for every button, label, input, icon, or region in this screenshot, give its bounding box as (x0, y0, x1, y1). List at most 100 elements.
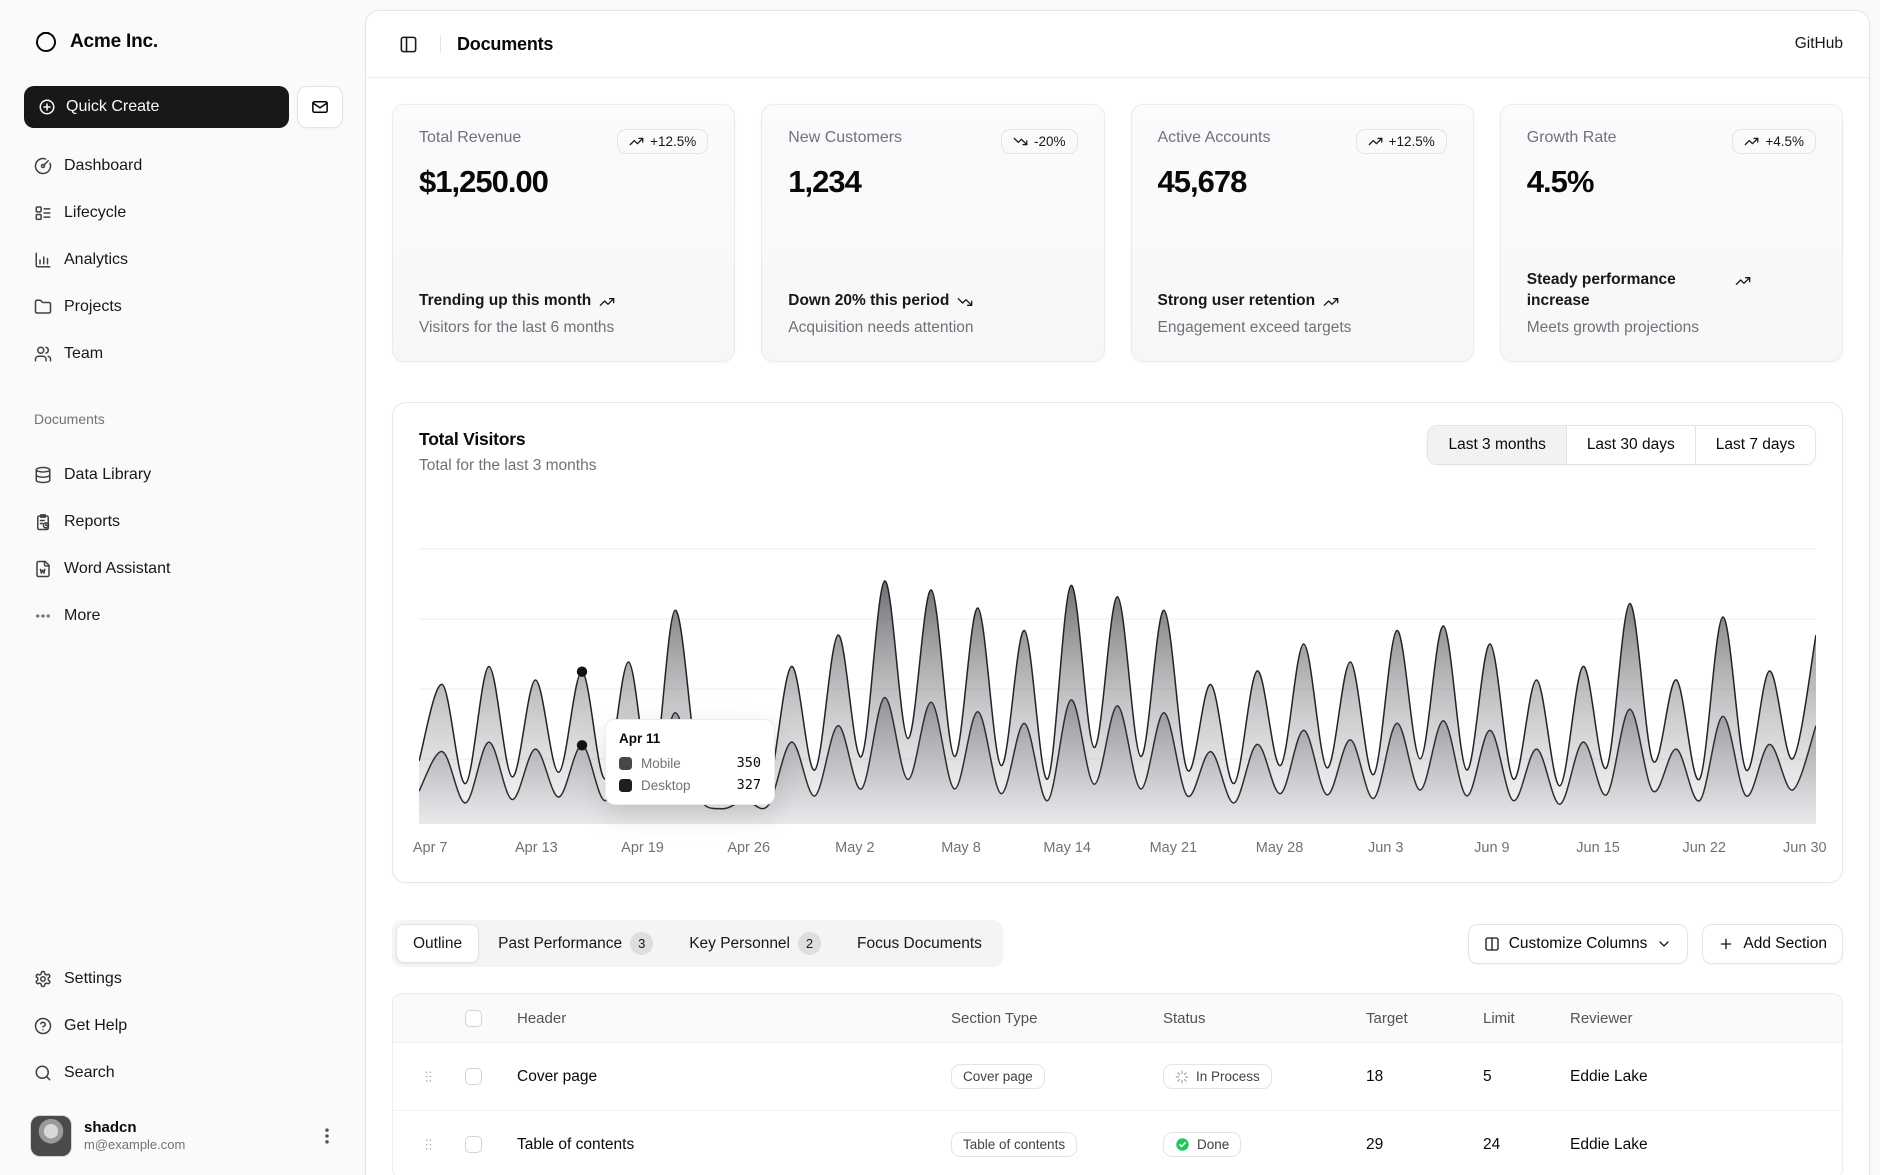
inbox-button[interactable] (297, 86, 343, 128)
sidebar-item-reports[interactable]: Reports (24, 502, 343, 542)
stat-label: Total Revenue (419, 129, 521, 147)
stat-footer-title: Strong user retention (1158, 291, 1316, 312)
x-tick: Apr 26 (727, 840, 770, 856)
trend-badge: +4.5% (1732, 129, 1816, 154)
limit-cell[interactable]: 24 (1477, 1136, 1570, 1154)
row-header-cell[interactable]: Cover page (501, 1068, 951, 1086)
sidebar-item-projects[interactable]: Projects (24, 287, 343, 327)
row-checkbox[interactable] (465, 1068, 482, 1085)
quick-create-label: Quick Create (66, 98, 159, 116)
customize-columns-button[interactable]: Customize Columns (1468, 924, 1689, 964)
main-nav: Dashboard Lifecycle Analytics Projects T… (24, 146, 343, 381)
target-cell[interactable]: 18 (1360, 1068, 1477, 1086)
user-name: shadcn (84, 1119, 305, 1138)
add-section-button[interactable]: Add Section (1702, 924, 1843, 964)
more-vertical-icon[interactable] (317, 1126, 337, 1146)
stat-card-new-customers: New Customers -20% 1,234 Down 20% this p… (761, 104, 1104, 362)
row-checkbox[interactable] (465, 1136, 482, 1153)
stat-label: Growth Rate (1527, 129, 1617, 147)
x-tick: May 14 (1043, 840, 1091, 856)
tab-count-badge: 2 (798, 932, 821, 955)
main-panel: Documents GitHub Total Revenue +12.5% $1… (365, 10, 1870, 1175)
tab-focus-documents[interactable]: Focus Documents (840, 924, 999, 963)
row-menu-icon[interactable] (1840, 1067, 1843, 1087)
stat-cards: Total Revenue +12.5% $1,250.00 Trending … (366, 78, 1869, 362)
quick-create-button[interactable]: Quick Create (24, 86, 289, 128)
clipboard-icon (34, 513, 52, 531)
trend-badge-value: +12.5% (1389, 134, 1435, 149)
sidebar-item-label: Analytics (64, 251, 128, 269)
drag-handle-icon[interactable] (421, 1137, 436, 1152)
stat-value: 45,678 (1158, 164, 1447, 200)
tab-count-badge: 3 (630, 932, 653, 955)
stat-value: $1,250.00 (419, 164, 708, 200)
reviewer-cell[interactable]: Eddie Lake (1570, 1068, 1840, 1086)
table-row[interactable]: Table of contents Table of contents Done… (393, 1110, 1842, 1175)
section-type-badge: Table of contents (951, 1132, 1077, 1157)
panel-left-icon (399, 35, 418, 54)
sidebar-item-settings[interactable]: Settings (24, 959, 343, 999)
x-tick: May 8 (941, 840, 981, 856)
x-tick: Jun 3 (1368, 840, 1403, 856)
view-tabs: Outline Past Performance 3 Key Personnel… (392, 920, 1003, 967)
plus-icon (1718, 936, 1734, 952)
table-row[interactable]: Cover page Cover page In Process 18 5 Ed… (393, 1042, 1842, 1110)
stat-footer-title: Trending up this month (419, 291, 591, 312)
target-cell[interactable]: 29 (1360, 1136, 1477, 1154)
documents-section-label: Documents (34, 411, 343, 427)
page-header: Documents GitHub (366, 11, 1869, 78)
sidebar-item-lifecycle[interactable]: Lifecycle (24, 193, 343, 233)
range-last-7-days[interactable]: Last 7 days (1695, 426, 1815, 464)
section-type-badge: Cover page (951, 1064, 1045, 1089)
tab-past-performance[interactable]: Past Performance 3 (481, 924, 670, 963)
sidebar-item-dashboard[interactable]: Dashboard (24, 146, 343, 186)
brand[interactable]: Acme Inc. (24, 24, 343, 60)
sidebar-item-more[interactable]: More (24, 596, 343, 636)
tooltip-value: 327 (737, 777, 761, 793)
range-last-30-days[interactable]: Last 30 days (1566, 426, 1695, 464)
customize-columns-label: Customize Columns (1509, 935, 1648, 953)
reviewer-cell[interactable]: Eddie Lake (1570, 1136, 1840, 1154)
circle-plus-icon (38, 98, 56, 116)
search-icon (34, 1064, 52, 1082)
tab-outline[interactable]: Outline (396, 924, 479, 963)
area-chart[interactable]: Apr 11 Mobile 350 Desktop 327 (419, 509, 1816, 824)
trend-badge: +12.5% (1356, 129, 1447, 154)
x-tick: Apr 7 (413, 840, 448, 856)
tab-label: Focus Documents (857, 935, 982, 953)
trending-down-icon (957, 294, 973, 310)
tooltip-row-desktop: Desktop 327 (619, 777, 761, 793)
sidebar-item-team[interactable]: Team (24, 334, 343, 374)
stat-footer-sub: Meets growth projections (1527, 319, 1816, 337)
select-all-checkbox[interactable] (465, 1010, 482, 1027)
col-target: Target (1360, 1010, 1477, 1027)
col-status: Status (1163, 1010, 1360, 1027)
sidebar-item-label: Word Assistant (64, 560, 170, 578)
users-icon (34, 345, 52, 363)
stat-card-growth-rate: Growth Rate +4.5% 4.5% Steady performanc… (1500, 104, 1843, 362)
sidebar-item-label: Team (64, 345, 103, 363)
sidebar-toggle-button[interactable] (392, 28, 424, 60)
sidebar-item-word-assistant[interactable]: Word Assistant (24, 549, 343, 589)
tab-key-personnel[interactable]: Key Personnel 2 (672, 924, 838, 963)
folder-icon (34, 298, 52, 316)
x-tick: May 2 (835, 840, 875, 856)
row-header-cell[interactable]: Table of contents (501, 1136, 951, 1154)
limit-cell[interactable]: 5 (1477, 1068, 1570, 1086)
trend-badge: -20% (1001, 129, 1078, 154)
stat-card-total-revenue: Total Revenue +12.5% $1,250.00 Trending … (392, 104, 735, 362)
row-menu-icon[interactable] (1840, 1135, 1843, 1155)
sidebar-item-search[interactable]: Search (24, 1053, 343, 1093)
sidebar-item-label: Settings (64, 970, 122, 988)
tab-label: Key Personnel (689, 935, 790, 953)
help-icon (34, 1017, 52, 1035)
sidebar-item-label: Projects (64, 298, 122, 316)
user-menu[interactable]: shadcn m@example.com (24, 1111, 343, 1159)
drag-handle-icon[interactable] (421, 1069, 436, 1084)
github-link[interactable]: GitHub (1795, 35, 1843, 53)
range-toggle-group: Last 3 months Last 30 days Last 7 days (1427, 425, 1816, 465)
sidebar-item-analytics[interactable]: Analytics (24, 240, 343, 280)
range-last-3-months[interactable]: Last 3 months (1428, 426, 1565, 464)
sidebar-item-get-help[interactable]: Get Help (24, 1006, 343, 1046)
sidebar-item-data-library[interactable]: Data Library (24, 455, 343, 495)
